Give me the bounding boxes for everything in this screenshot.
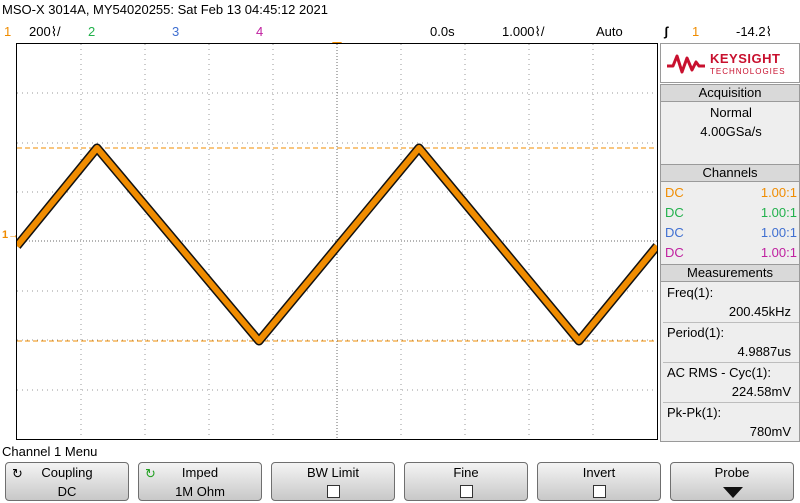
acquisition-mode: Normal — [710, 105, 752, 120]
softkey-value: DC — [57, 484, 77, 499]
measurements-header[interactable]: Measurements — [660, 264, 800, 282]
measurement-value: 4.9887us — [737, 344, 792, 359]
measurement-label: Freq(1): — [667, 285, 714, 300]
fine-softkey[interactable]: Fine — [404, 462, 528, 501]
trigger-mode[interactable]: Auto — [596, 24, 623, 39]
brand-name: KEYSIGHT — [710, 51, 781, 66]
channel-coupling: DC — [665, 205, 684, 220]
channels-body: DC 1.00:1 DC 1.00:1 DC 1.00:1 DC 1.00:1 — [660, 182, 800, 264]
brand-logo: KEYSIGHT TECHNOLOGIES — [660, 43, 800, 83]
channel-probe: 1.00:1 — [760, 205, 797, 220]
ch1-scale[interactable]: 200⌇/ — [29, 24, 61, 40]
coupling-softkey[interactable]: ↻ Coupling DC — [5, 462, 129, 501]
measurement-value: 780mV — [749, 424, 791, 439]
channel-coupling: DC — [665, 225, 684, 240]
channel-coupling: DC — [665, 245, 684, 260]
channel-probe: 1.00:1 — [760, 245, 797, 260]
graticule — [17, 44, 657, 439]
softkey-label: Probe — [714, 465, 750, 480]
trigger-source[interactable]: 1 — [692, 24, 699, 39]
measurements-body: Freq(1): 200.45kHz Period(1): 4.9887us A… — [660, 282, 800, 442]
measurement-value: 200.45kHz — [728, 304, 791, 319]
time-scale[interactable]: 1.000⌇/ — [502, 24, 545, 40]
instrument-title: MSO-X 3014A, MY54020255: Sat Feb 13 04:4… — [2, 2, 328, 17]
brand-sub: TECHNOLOGIES — [710, 67, 786, 76]
channel-coupling: DC — [665, 185, 684, 200]
status-bar: 1 200⌇/ 2 3 4 0.0s 1.000⌇/ Auto ʃ 1 -14.… — [0, 20, 800, 42]
softkey-label: BW Limit — [307, 465, 359, 480]
softkey-label: Invert — [582, 465, 616, 480]
acquisition-header[interactable]: Acquisition — [660, 84, 800, 102]
channel-probe: 1.00:1 — [760, 225, 797, 240]
channel-row[interactable]: DC 1.00:1 — [665, 183, 797, 203]
measurement-divider — [663, 322, 799, 323]
trigger-level[interactable]: -14.2⌇ — [736, 24, 772, 40]
measurement-label: AC RMS - Cyc(1): — [667, 365, 771, 380]
acquisition-body: Normal 4.00GSa/s — [660, 102, 800, 164]
menu-title: Channel 1 Menu — [2, 444, 98, 459]
channel-row[interactable]: DC 1.00:1 — [665, 223, 797, 243]
measurement-divider — [663, 362, 799, 363]
channel-probe: 1.00:1 — [760, 185, 797, 200]
ch2-number[interactable]: 2 — [88, 24, 95, 39]
side-panel: KEYSIGHT TECHNOLOGIES Acquisition Normal… — [660, 43, 800, 442]
fine-checkbox[interactable] — [460, 485, 473, 498]
ch1-number[interactable]: 1 — [4, 24, 11, 39]
probe-softkey[interactable]: Probe — [670, 462, 794, 501]
softkey-label: Fine — [453, 465, 479, 480]
softkey-value: 1M Ohm — [175, 484, 225, 499]
channels-header[interactable]: Channels — [660, 164, 800, 182]
submenu-arrow-icon — [723, 487, 743, 498]
invert-checkbox[interactable] — [593, 485, 606, 498]
bw-limit-softkey[interactable]: BW Limit — [271, 462, 395, 501]
measurement-divider — [663, 402, 799, 403]
time-delay[interactable]: 0.0s — [430, 24, 455, 39]
softkey-label: Coupling — [41, 465, 93, 480]
channel-row[interactable]: DC 1.00:1 — [665, 243, 797, 263]
sample-rate: 4.00GSa/s — [700, 124, 762, 139]
measurement-label: Pk-Pk(1): — [667, 405, 722, 420]
ch4-number[interactable]: 4 — [256, 24, 263, 39]
invert-softkey[interactable]: Invert — [537, 462, 661, 501]
bw-limit-checkbox[interactable] — [327, 485, 340, 498]
trigger-slope-icon: ʃ — [664, 24, 669, 39]
channel-row[interactable]: DC 1.00:1 — [665, 203, 797, 223]
impedance-softkey[interactable]: ↻ Imped 1M Ohm — [138, 462, 262, 501]
ch3-number[interactable]: 3 — [172, 24, 179, 39]
waveform-display[interactable] — [16, 43, 658, 440]
measurement-label: Period(1): — [667, 325, 725, 340]
keysight-wave-icon — [667, 54, 705, 74]
softkey-label: Imped — [181, 465, 219, 480]
measurement-value: 224.58mV — [731, 384, 791, 399]
